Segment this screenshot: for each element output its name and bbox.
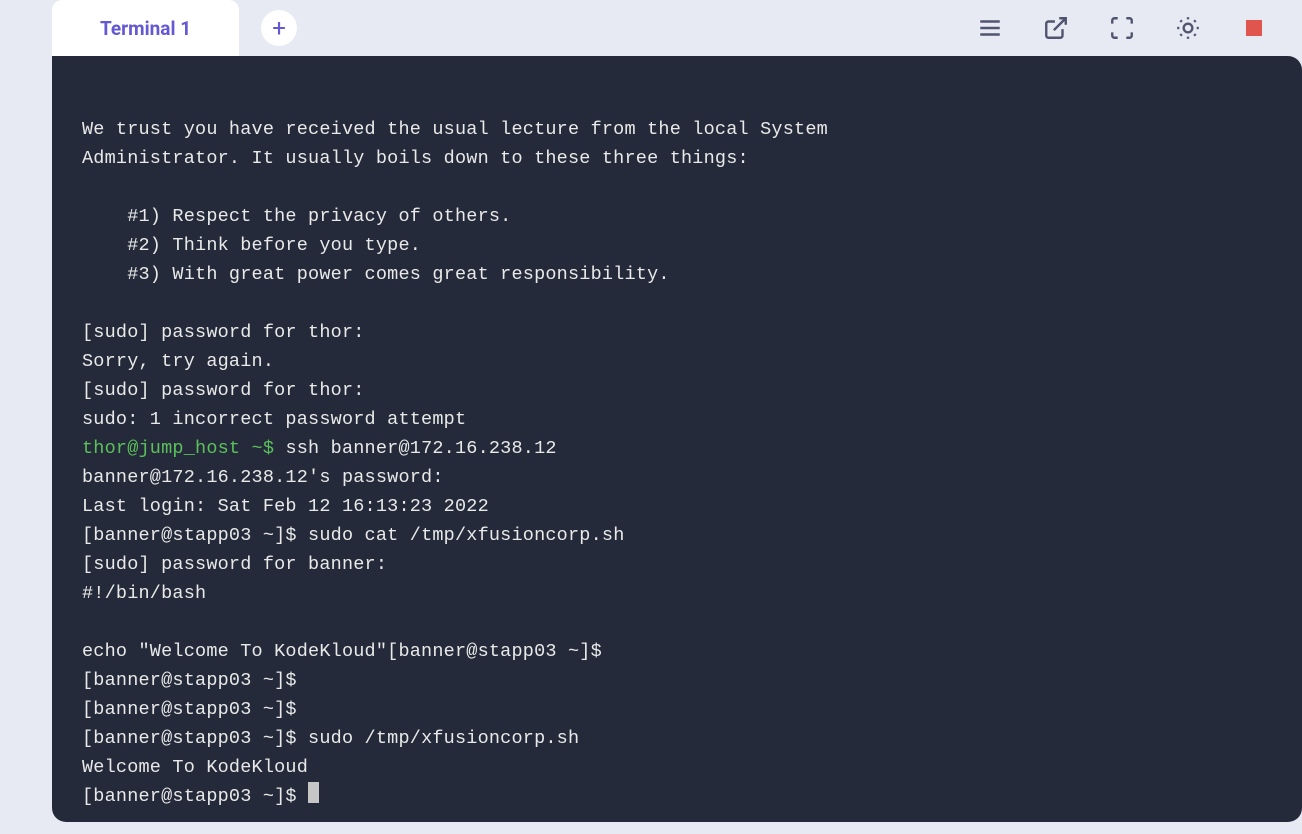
terminal-line: sudo /tmp/xfusioncorp.sh [308,728,579,749]
fullscreen-button[interactable] [1106,12,1138,44]
terminal-line: Last login: Sat Feb 12 16:13:23 2022 [82,496,489,517]
terminal-line: [sudo] password for thor: [82,322,376,343]
terminal-line: echo "Welcome To KodeKloud"[banner@stapp… [82,641,613,662]
terminal-prompt: [banner@stapp03 ~]$ [82,670,308,691]
terminal-prompt: thor@jump_host ~$ [82,438,274,459]
left-rail [0,0,52,834]
terminal-line: We trust you have received the usual lec… [82,119,828,140]
terminal-line: #2) Think before you type. [82,235,421,256]
terminal-line: sudo cat /tmp/xfusioncorp.sh [308,525,624,546]
terminal-line: banner@172.16.238.12's password: [82,467,455,488]
terminal-prompt: [banner@stapp03 ~]$ [82,699,308,720]
terminal-line: #3) With great power comes great respons… [82,264,670,285]
tab-terminal-1[interactable]: Terminal 1 [52,0,239,56]
terminal-line: Sorry, try again. [82,351,274,372]
terminal-line: Administrator. It usually boils down to … [82,148,749,169]
toolbar [974,12,1294,44]
plus-icon: + [272,16,286,40]
hamburger-icon [977,15,1003,41]
terminal-line: #!/bin/bash [82,583,206,604]
open-external-button[interactable] [1040,12,1072,44]
menu-button[interactable] [974,12,1006,44]
terminal-prompt: [banner@stapp03 ~]$ [82,525,308,546]
stop-icon [1246,20,1262,36]
terminal-line: ssh banner@172.16.238.12 [274,438,557,459]
sun-icon [1175,15,1201,41]
maximize-icon [1109,15,1135,41]
terminal-line: Welcome To KodeKloud [82,757,308,778]
external-link-icon [1043,15,1069,41]
terminal-line: #1) Respect the privacy of others. [82,206,511,227]
cursor [308,782,319,803]
terminal-line: [sudo] password for banner: [82,554,398,575]
terminal-line: sudo: 1 incorrect password attempt [82,409,466,430]
terminal-prompt: [banner@stapp03 ~]$ [82,728,308,749]
record-button[interactable] [1238,12,1270,44]
terminal-line: [sudo] password for thor: [82,380,376,401]
terminal-prompt: [banner@stapp03 ~]$ [82,786,308,807]
tab-bar: Terminal 1 + [52,0,1302,56]
terminal-output[interactable]: We trust you have received the usual lec… [52,56,1302,822]
add-tab-button[interactable]: + [261,10,297,46]
theme-button[interactable] [1172,12,1204,44]
